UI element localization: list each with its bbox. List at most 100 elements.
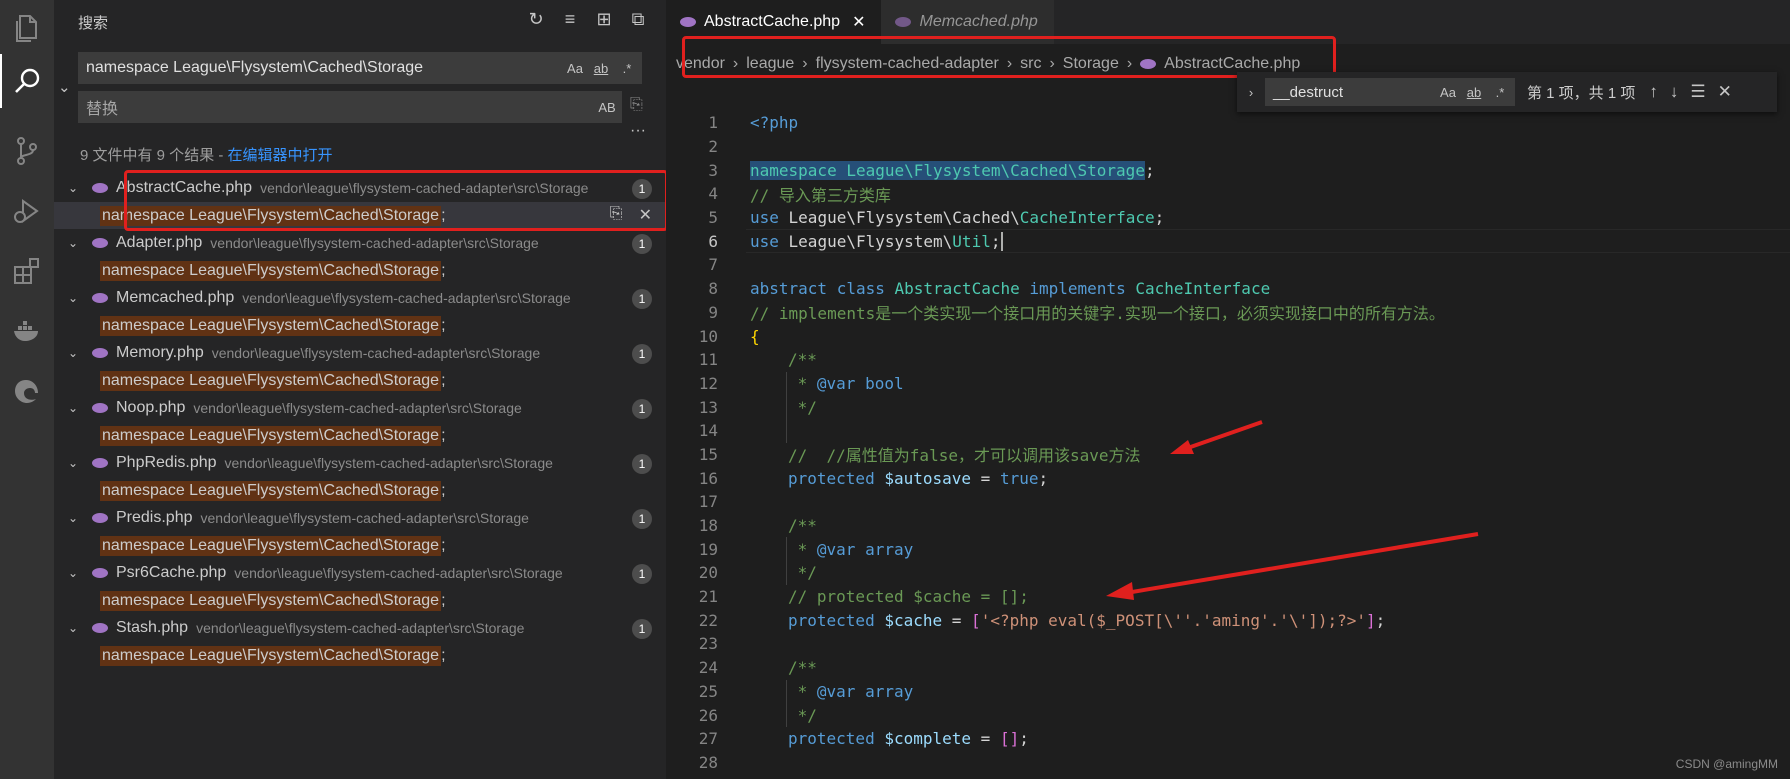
result-file-row[interactable]: ⌄ PhpRedis.php vendor\league\flysystem-cac…	[54, 449, 666, 477]
summary-text: 9 文件中有 9 个结果 -	[80, 147, 228, 164]
result-match-row[interactable]: namespace League\Flysystem\Cached\Storag…	[54, 532, 666, 559]
chevron-down-icon[interactable]: ⌄	[68, 566, 86, 580]
result-file-path: vendor\league\flysystem-cached-adapter\s…	[196, 620, 525, 636]
search-input-value[interactable]: namespace League\Flysystem\Cached\Storag…	[78, 59, 566, 77]
refresh-icon[interactable]: ↻	[526, 8, 546, 30]
result-match-row[interactable]: namespace League\Flysystem\Cached\Storag…	[54, 642, 666, 669]
code-token: CacheInterface	[1135, 279, 1271, 299]
close-icon[interactable]: ✕	[852, 12, 865, 32]
search-sidebar: 搜索 ↻ ≡ ⊞ ⧉ ⌄ namespace League\Flysystem\…	[54, 0, 668, 779]
result-file-path: vendor\league\flysystem-cached-adapter\s…	[210, 235, 539, 251]
match-word-toggle[interactable]: ab	[592, 61, 610, 76]
result-file-row[interactable]: ⌄ Stash.php vendor\league\flysystem-cached…	[54, 614, 666, 642]
regex-toggle[interactable]: .*	[1491, 85, 1509, 100]
collapse-all-icon[interactable]: ⧉	[628, 8, 648, 30]
php-elephant-icon	[92, 293, 108, 303]
code-comment: */	[788, 563, 817, 583]
search-input[interactable]: namespace League\Flysystem\Cached\Storag…	[78, 52, 642, 84]
result-file-row[interactable]: ⌄ Memory.php vendor\league\flysystem-cache…	[54, 339, 666, 367]
code-token: <?php	[750, 113, 799, 133]
chevron-down-icon[interactable]: ⌄	[68, 456, 86, 470]
result-file-path: vendor\league\flysystem-cached-adapter\s…	[211, 345, 541, 361]
line-number: 4	[708, 184, 718, 204]
code-token: =	[971, 468, 1000, 488]
code-token: [	[971, 610, 981, 630]
result-file-row[interactable]: ⌄ Predis.php vendor\league\flysystem-cache…	[54, 504, 666, 532]
result-match-row[interactable]: namespace League\Flysystem\Cached\Storag…	[54, 257, 666, 284]
more-options-icon[interactable]: ···	[630, 122, 646, 140]
code-token: ]	[1366, 610, 1376, 630]
match-case-toggle[interactable]: Aa	[1439, 85, 1457, 100]
result-file-row[interactable]: ⌄ Adapter.php vendor\league\flysystem-cach…	[54, 229, 666, 257]
regex-toggle[interactable]: .*	[618, 61, 636, 76]
code-comment: // //属性值为false，才可以调用该save方法	[788, 446, 1141, 466]
line-number: 6	[708, 231, 718, 251]
line-number: 26	[698, 705, 718, 725]
results-summary: 9 文件中有 9 个结果 - 在编辑器中打开	[80, 144, 333, 165]
line-number: 19	[698, 539, 718, 559]
docker-icon[interactable]	[0, 304, 54, 358]
annotation-arrow	[1106, 532, 1479, 600]
find-input-value[interactable]: __destruct	[1265, 84, 1439, 101]
chevron-down-icon[interactable]: ⌄	[68, 511, 86, 525]
result-file-row[interactable]: ⌄ Noop.php vendor\league\flysystem-cached-…	[54, 394, 666, 422]
namespace-highlight: namespace League\Flysystem\Cached\Storag…	[750, 160, 1145, 180]
result-match-row[interactable]: namespace League\Flysystem\Cached\Storag…	[54, 587, 666, 614]
previous-match-icon[interactable]: ↑	[1649, 82, 1658, 102]
files-icon[interactable]	[0, 2, 54, 56]
result-match-row[interactable]: namespace League\Flysystem\Cached\Storag…	[54, 367, 666, 394]
new-search-editor-icon[interactable]: ⊞	[594, 8, 614, 30]
find-in-selection-icon[interactable]: ☰	[1690, 82, 1705, 102]
editor: AbstractCache.php ✕ Memcached.php vendor…	[666, 0, 1790, 779]
line-number: 8	[708, 279, 718, 299]
result-file-name: Memory.php	[116, 344, 204, 361]
code-token: =	[971, 729, 1000, 749]
line-number: 14	[698, 421, 718, 441]
toggle-replace-chevron-icon[interactable]: ›	[1241, 85, 1261, 100]
replace-input[interactable]: 替换 AB	[78, 91, 622, 123]
result-count-badge: 1	[632, 289, 652, 309]
replace-all-icon[interactable]: ⎘	[630, 96, 643, 114]
search-icon[interactable]	[0, 54, 54, 108]
php-elephant-icon	[92, 348, 108, 358]
next-match-icon[interactable]: ↓	[1670, 82, 1679, 102]
extensions-icon[interactable]	[0, 244, 54, 298]
result-count-badge: 1	[632, 619, 652, 639]
close-icon[interactable]: ✕	[1718, 82, 1732, 102]
match-word-toggle[interactable]: ab	[1465, 85, 1483, 100]
result-file-row[interactable]: ⌄ Memcached.php vendor\league\flysystem-ca…	[54, 284, 666, 312]
result-file-row[interactable]: ⌄ Psr6Cache.php vendor\league\flysystem-ca…	[54, 559, 666, 587]
clear-results-icon[interactable]: ≡	[560, 8, 580, 30]
indent-guide	[786, 679, 787, 704]
chevron-down-icon[interactable]: ⌄	[68, 181, 86, 195]
chevron-down-icon[interactable]: ⌄	[68, 291, 86, 305]
indent-guide	[786, 395, 787, 419]
code-token: Util	[952, 231, 991, 251]
result-file-path: vendor\league\flysystem-cached-adapter\s…	[242, 290, 571, 306]
result-match-row[interactable]: namespace League\Flysystem\Cached\Storag…	[54, 312, 666, 339]
chevron-down-icon[interactable]: ⌄	[68, 346, 86, 360]
line-number: 21	[698, 587, 718, 607]
code-token: {	[750, 326, 760, 346]
toggle-replace-chevron-icon[interactable]: ⌄	[58, 78, 71, 96]
open-in-editor-link[interactable]: 在编辑器中打开	[228, 147, 333, 164]
result-match-row[interactable]: namespace League\Flysystem\Cached\Storag…	[54, 477, 666, 504]
match-case-toggle[interactable]: Aa	[566, 61, 584, 76]
chevron-down-icon[interactable]: ⌄	[68, 236, 86, 250]
run-debug-icon[interactable]	[0, 184, 54, 238]
find-input[interactable]: __destruct Aa ab .*	[1265, 78, 1515, 106]
code-comment: // protected $cache = [];	[788, 587, 1029, 607]
chevron-down-icon[interactable]: ⌄	[68, 621, 86, 635]
php-elephant-icon	[92, 568, 108, 578]
line-number: 28	[698, 752, 718, 772]
chevron-down-icon[interactable]: ⌄	[68, 401, 86, 415]
code-line: use League\Flysystem\Util;	[750, 231, 1004, 251]
result-count-badge: 1	[632, 399, 652, 419]
replace-input-placeholder[interactable]: 替换	[78, 95, 598, 119]
edge-icon[interactable]	[0, 364, 54, 418]
php-elephant-icon	[92, 403, 108, 413]
source-control-icon[interactable]	[0, 124, 54, 178]
code-token: protected	[788, 610, 875, 630]
preserve-case-toggle[interactable]: AB	[598, 100, 616, 115]
result-match-row[interactable]: namespace League\Flysystem\Cached\Storag…	[54, 422, 666, 449]
